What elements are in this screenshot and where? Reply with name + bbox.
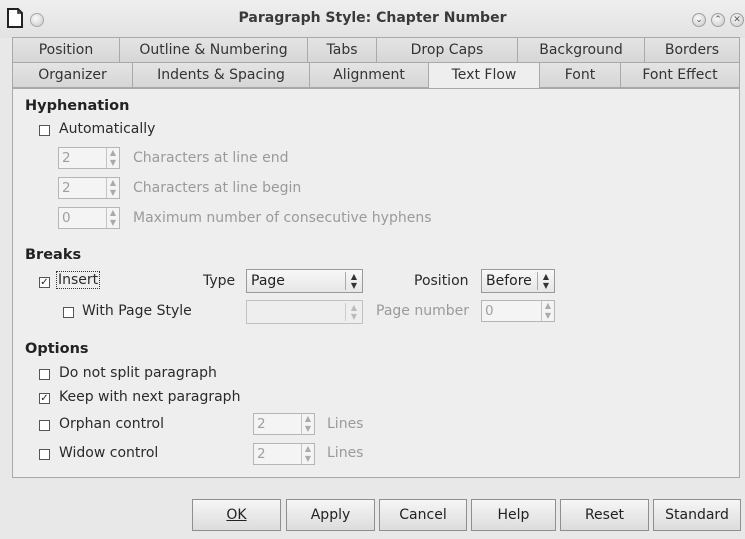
keep-next-label: Keep with next paragraph: [59, 389, 241, 405]
tab-row-2: Organizer Indents & Spacing Alignment Te…: [12, 62, 740, 89]
tab-alignment[interactable]: Alignment: [310, 62, 429, 88]
orphan-unit: Lines: [327, 416, 364, 432]
widow-checkbox[interactable]: [39, 449, 50, 460]
orphan-value: 2: [257, 416, 266, 432]
tab-outline-numbering[interactable]: Outline & Numbering: [120, 37, 308, 63]
type-value: Page: [251, 273, 285, 289]
position-dropdown[interactable]: Before ▲ ▼: [481, 269, 555, 293]
tab-row-1: Position Outline & Numbering Tabs Drop C…: [12, 37, 740, 63]
tab-position[interactable]: Position: [12, 37, 120, 63]
standard-button[interactable]: Standard: [653, 499, 741, 531]
widow-value: 2: [257, 446, 266, 462]
page-style-dropdown: ▲ ▼: [246, 300, 363, 324]
breaks-heading: Breaks: [25, 247, 82, 263]
page-number-value: 0: [485, 303, 494, 319]
max-hyphens-label: Maximum number of consecutive hyphens: [133, 210, 432, 226]
spin-arrows-icon: ▲ ▼: [301, 414, 314, 434]
type-label: Type: [203, 273, 236, 289]
widow-unit: Lines: [327, 445, 364, 461]
orphan-label: Orphan control: [59, 416, 164, 432]
spin-arrows-icon: ▲ ▼: [301, 444, 314, 464]
tab-font[interactable]: Font: [540, 62, 621, 88]
updown-arrow-icon: ▲ ▼: [345, 272, 362, 290]
line-end-label: Characters at line end: [133, 150, 289, 166]
widow-lines-spinbox: 2 ▲ ▼: [253, 443, 315, 465]
type-dropdown[interactable]: Page ▲ ▼: [246, 269, 363, 293]
max-hyphens-value: 0: [62, 210, 71, 226]
position-value: Before: [486, 273, 532, 289]
tab-background[interactable]: Background: [518, 37, 645, 63]
tab-text-flow[interactable]: Text Flow: [429, 62, 540, 89]
line-end-value: 2: [62, 150, 71, 166]
spin-arrows-icon: ▲ ▼: [106, 148, 119, 168]
minimize-icon[interactable]: ⌄: [692, 13, 706, 27]
cancel-button[interactable]: Cancel: [379, 499, 467, 531]
options-heading: Options: [25, 341, 89, 357]
page-style-label: With Page Style: [82, 303, 192, 319]
ok-button[interactable]: OK: [192, 499, 281, 531]
insert-label-wrap: Insert: [56, 271, 101, 289]
orphan-checkbox[interactable]: [39, 420, 50, 431]
spin-arrows-icon: ▲ ▼: [541, 301, 554, 321]
keep-next-checkbox[interactable]: ✓: [39, 393, 50, 404]
no-split-label: Do not split paragraph: [59, 365, 217, 381]
page-number-label: Page number: [376, 303, 469, 319]
page-style-checkbox[interactable]: [63, 307, 74, 318]
help-button[interactable]: Help: [471, 499, 556, 531]
tab-indents-spacing[interactable]: Indents & Spacing: [133, 62, 310, 88]
orphan-lines-spinbox: 2 ▲ ▼: [253, 413, 315, 435]
no-split-checkbox[interactable]: [39, 369, 50, 380]
automatically-label: Automatically: [59, 121, 156, 137]
tab-drop-caps[interactable]: Drop Caps: [377, 37, 518, 63]
line-begin-label: Characters at line begin: [133, 180, 302, 196]
line-end-spinbox: 2 ▲ ▼: [58, 147, 120, 169]
automatically-checkbox[interactable]: [39, 125, 50, 136]
line-begin-spinbox: 2 ▲ ▼: [58, 177, 120, 199]
apply-button[interactable]: Apply: [286, 499, 375, 531]
updown-arrow-icon: ▲ ▼: [537, 272, 554, 290]
hyphenation-heading: Hyphenation: [25, 98, 130, 114]
tab-font-effect[interactable]: Font Effect: [621, 62, 740, 88]
max-hyphens-spinbox: 0 ▲ ▼: [58, 207, 120, 229]
updown-arrow-icon: ▲ ▼: [345, 303, 362, 321]
line-begin-value: 2: [62, 180, 71, 196]
position-label: Position: [414, 273, 469, 289]
tab-borders[interactable]: Borders: [645, 37, 740, 63]
insert-label: Insert: [56, 271, 101, 289]
tab-tabs[interactable]: Tabs: [308, 37, 377, 63]
title-bar: Paragraph Style: Chapter Number ⌄ ⌃ ✕: [0, 0, 745, 38]
page-number-spinbox: 0 ▲ ▼: [481, 300, 555, 322]
spin-arrows-icon: ▲ ▼: [106, 208, 119, 228]
close-icon[interactable]: ✕: [730, 13, 744, 27]
widow-label: Widow control: [59, 445, 159, 461]
window-title: Paragraph Style: Chapter Number: [238, 10, 507, 26]
spin-arrows-icon: ▲ ▼: [106, 178, 119, 198]
maximize-icon[interactable]: ⌃: [711, 13, 725, 27]
tab-organizer[interactable]: Organizer: [12, 62, 133, 88]
insert-checkbox[interactable]: ✓: [39, 277, 50, 288]
reset-button[interactable]: Reset: [560, 499, 649, 531]
